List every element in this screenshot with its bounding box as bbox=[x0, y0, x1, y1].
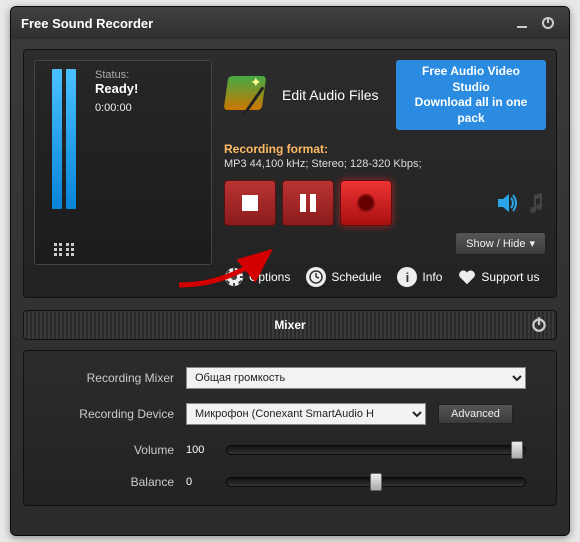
clock-icon bbox=[306, 267, 326, 287]
recording-device-label: Recording Device bbox=[54, 407, 174, 421]
app-window: Free Sound Recorder Status: Ready! 0:00:… bbox=[10, 6, 570, 536]
pause-button[interactable] bbox=[282, 180, 334, 226]
status-time: 0:00:00 bbox=[95, 102, 138, 114]
status-value: Ready! bbox=[95, 81, 138, 96]
stop-icon bbox=[242, 195, 258, 211]
speaker-icon[interactable] bbox=[498, 193, 520, 213]
chevron-down-icon: ▾ bbox=[529, 237, 535, 250]
status-label: Status: bbox=[95, 69, 138, 81]
support-link[interactable]: Support us bbox=[458, 268, 539, 286]
gear-icon bbox=[224, 267, 244, 287]
edit-audio-label[interactable]: Edit Audio Files bbox=[282, 87, 379, 103]
record-button[interactable] bbox=[340, 180, 392, 226]
mixer-title: Mixer bbox=[274, 318, 305, 332]
minimize-button[interactable] bbox=[511, 12, 533, 34]
volume-value: 100 bbox=[186, 444, 214, 456]
heart-icon bbox=[458, 268, 476, 286]
stop-button[interactable] bbox=[224, 180, 276, 226]
balance-value: 0 bbox=[186, 476, 214, 488]
recording-mixer-label: Recording Mixer bbox=[54, 371, 174, 385]
pause-icon bbox=[300, 194, 316, 212]
volume-slider[interactable] bbox=[226, 445, 526, 455]
status-panel: Status: Ready! 0:00:00 bbox=[34, 60, 212, 265]
balance-label: Balance bbox=[54, 475, 174, 489]
format-detail: MP3 44,100 kHz; Stereo; 128-320 Kbps; bbox=[224, 158, 546, 170]
advanced-button[interactable]: Advanced bbox=[438, 404, 513, 424]
level-meters bbox=[43, 69, 85, 256]
upper-panel: Status: Ready! 0:00:00 ✦ Edit Audio File… bbox=[23, 49, 557, 298]
record-icon bbox=[357, 194, 375, 212]
edit-audio-icon[interactable]: ✦ bbox=[224, 76, 272, 114]
power-button[interactable] bbox=[537, 12, 559, 34]
info-link[interactable]: i Info bbox=[397, 267, 442, 287]
promo-banner[interactable]: Free Audio Video Studio Download all in … bbox=[396, 60, 546, 130]
options-link[interactable]: Options bbox=[224, 267, 290, 287]
titlebar: Free Sound Recorder bbox=[11, 7, 569, 39]
mixer-header: Mixer bbox=[23, 310, 557, 340]
schedule-link[interactable]: Schedule bbox=[306, 267, 381, 287]
volume-label: Volume bbox=[54, 443, 174, 457]
recording-device-select[interactable]: Микрофон (Conexant SmartAudio H bbox=[186, 403, 426, 425]
mixer-panel: Recording Mixer Общая громкость Recordin… bbox=[23, 350, 557, 506]
mixer-power-button[interactable] bbox=[530, 315, 548, 336]
recording-mixer-select[interactable]: Общая громкость bbox=[186, 367, 526, 389]
show-hide-button[interactable]: Show / Hide ▾ bbox=[455, 232, 546, 255]
music-note-icon[interactable] bbox=[528, 193, 546, 213]
app-title: Free Sound Recorder bbox=[21, 16, 153, 31]
balance-slider[interactable] bbox=[226, 477, 526, 487]
info-icon: i bbox=[397, 267, 417, 287]
format-header: Recording format: bbox=[224, 142, 546, 156]
